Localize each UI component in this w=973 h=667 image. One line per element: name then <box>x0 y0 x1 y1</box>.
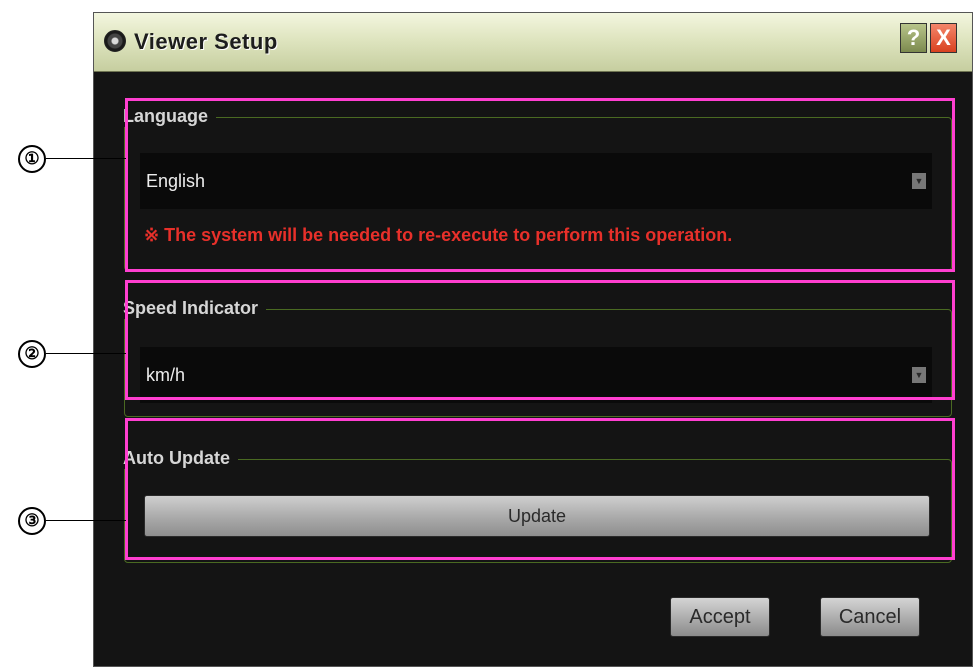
callout-leader-3 <box>46 520 126 521</box>
help-button[interactable]: ? <box>900 23 927 53</box>
cancel-button[interactable]: Cancel <box>820 597 920 637</box>
highlight-auto-update <box>125 418 955 560</box>
callout-badge-1: ① <box>18 145 46 173</box>
accept-button[interactable]: Accept <box>670 597 770 637</box>
highlight-speed-indicator <box>125 280 955 400</box>
close-button[interactable]: X <box>930 23 957 53</box>
highlight-language <box>125 98 955 272</box>
title-bar[interactable]: Viewer Setup ? X <box>94 13 972 72</box>
callout-badge-3: ③ <box>18 507 46 535</box>
dialog-title: Viewer Setup <box>134 29 278 54</box>
callout-badge-2: ② <box>18 340 46 368</box>
callout-leader-2 <box>46 353 126 354</box>
callout-leader-1 <box>46 158 126 159</box>
app-icon <box>104 30 126 52</box>
